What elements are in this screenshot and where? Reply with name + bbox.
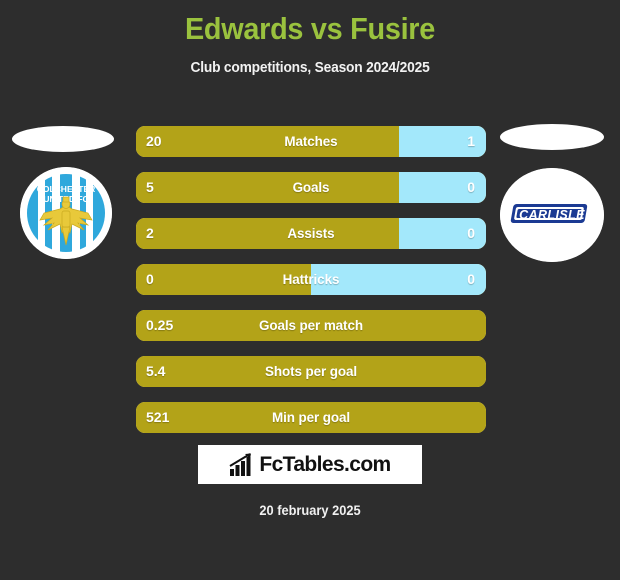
stat-value-right: 0 <box>467 225 475 241</box>
decorative-ellipse-left <box>12 126 114 152</box>
stat-label: Hattricks <box>282 271 340 287</box>
stat-label: Goals <box>292 179 330 195</box>
decorative-ellipse-right <box>500 124 604 150</box>
bar-chart-icon <box>229 452 252 476</box>
stat-row: 5 Goals 0 <box>136 172 486 203</box>
stat-value-right: 0 <box>467 271 475 287</box>
fctables-logo[interactable]: FcTables.com <box>198 445 422 484</box>
report-date: 20 february 2025 <box>259 503 361 518</box>
stat-value-right: 1 <box>467 133 475 149</box>
carlisle-badge: CARLISLE <box>500 168 604 262</box>
fctables-brand-text: FcTables.com <box>259 452 391 476</box>
colchester-united-badge: COLCHESTER UNITED FC <box>20 167 112 259</box>
page-title: Edwards vs Fusire <box>184 11 436 46</box>
stat-row: 0.25 Goals per match <box>136 310 486 341</box>
stat-value-right: 0 <box>467 179 475 195</box>
stat-row: 5.4 Shots per goal <box>136 356 486 387</box>
page-subtitle: Club competitions, Season 2024/2025 <box>190 60 430 76</box>
carlisle-wordmark: CARLISLE <box>519 208 585 222</box>
stat-label: Goals per match <box>259 317 363 333</box>
stat-label: Matches <box>284 133 338 149</box>
stat-row: 20 Matches 1 <box>136 126 486 157</box>
stat-label: Assists <box>287 225 335 241</box>
stats-bar-chart: 20 Matches 1 5 Goals 0 2 Assists 0 0 Hattricks 0 0.2… <box>136 126 486 448</box>
header: Edwards vs Fusire Club competitions, Sea… <box>0 0 620 76</box>
stat-row: 521 Min per goal <box>136 402 486 433</box>
stat-label: Min per goal <box>272 409 350 425</box>
stat-label: Shots per goal <box>264 363 358 379</box>
stat-row: 0 Hattricks 0 <box>136 264 486 295</box>
badge-line1: COLCHESTER <box>37 184 96 194</box>
stat-row: 2 Assists 0 <box>136 218 486 249</box>
